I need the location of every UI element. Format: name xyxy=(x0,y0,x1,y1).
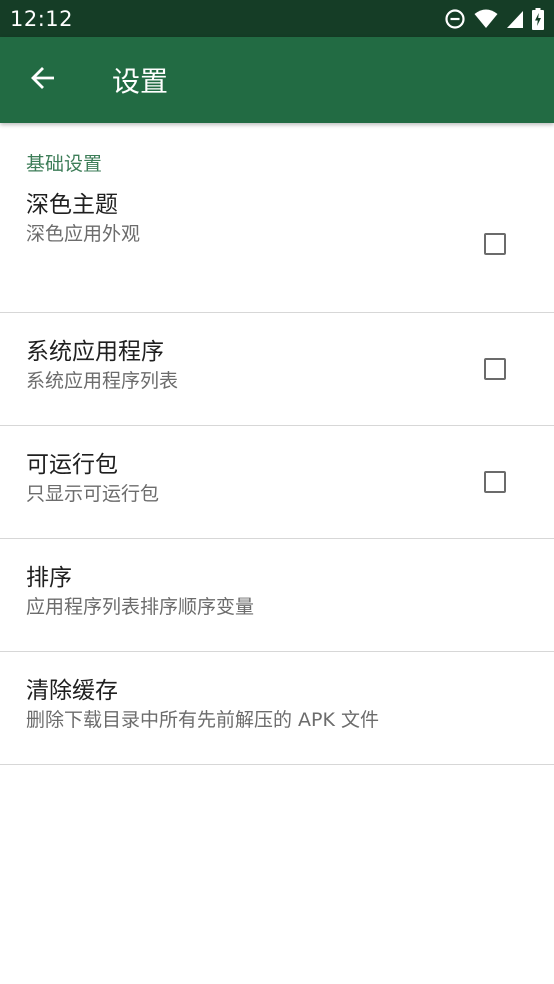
pref-summary: 应用程序列表排序顺序变量 xyxy=(26,596,255,618)
pref-summary: 删除下载目录中所有先前解压的 APK 文件 xyxy=(26,709,379,731)
back-button[interactable] xyxy=(21,58,65,102)
battery-charging-icon xyxy=(532,7,544,30)
arrow-back-icon xyxy=(30,65,56,95)
pref-summary: 系统应用程序列表 xyxy=(26,370,179,392)
pref-title: 可运行包 xyxy=(26,452,118,478)
pref-system-apps[interactable]: 系统应用程序 系统应用程序列表 xyxy=(0,313,554,426)
page-title: 设置 xyxy=(112,65,169,98)
status-bar: 12:12 xyxy=(0,0,554,37)
settings-list: 基础设置 深色主题 深色应用外观 系统应用程序 系统应用程序列表 可运行包 只显… xyxy=(0,123,554,765)
status-icons xyxy=(444,7,544,30)
pref-launchable-packages[interactable]: 可运行包 只显示可运行包 xyxy=(0,426,554,539)
system-apps-checkbox[interactable] xyxy=(484,358,506,380)
pref-title: 排序 xyxy=(26,565,72,591)
dark-theme-checkbox[interactable] xyxy=(484,233,506,255)
pref-title: 系统应用程序 xyxy=(26,339,164,365)
pref-summary: 深色应用外观 xyxy=(26,223,141,245)
pref-summary: 只显示可运行包 xyxy=(26,483,160,505)
status-time: 12:12 xyxy=(10,6,74,31)
pref-title: 清除缓存 xyxy=(26,678,118,704)
app-bar: 设置 xyxy=(0,37,554,123)
pref-clear-cache[interactable]: 清除缓存 删除下载目录中所有先前解压的 APK 文件 xyxy=(0,652,554,765)
launchable-packages-checkbox[interactable] xyxy=(484,471,506,493)
section-header: 基础设置 xyxy=(26,153,103,175)
pref-title: 深色主题 xyxy=(26,192,118,218)
pref-dark-theme[interactable]: 深色主题 深色应用外观 xyxy=(0,189,554,313)
do-not-disturb-icon xyxy=(444,8,466,30)
pref-sort-order[interactable]: 排序 应用程序列表排序顺序变量 xyxy=(0,539,554,652)
wifi-icon xyxy=(474,9,498,29)
signal-icon xyxy=(506,9,524,29)
